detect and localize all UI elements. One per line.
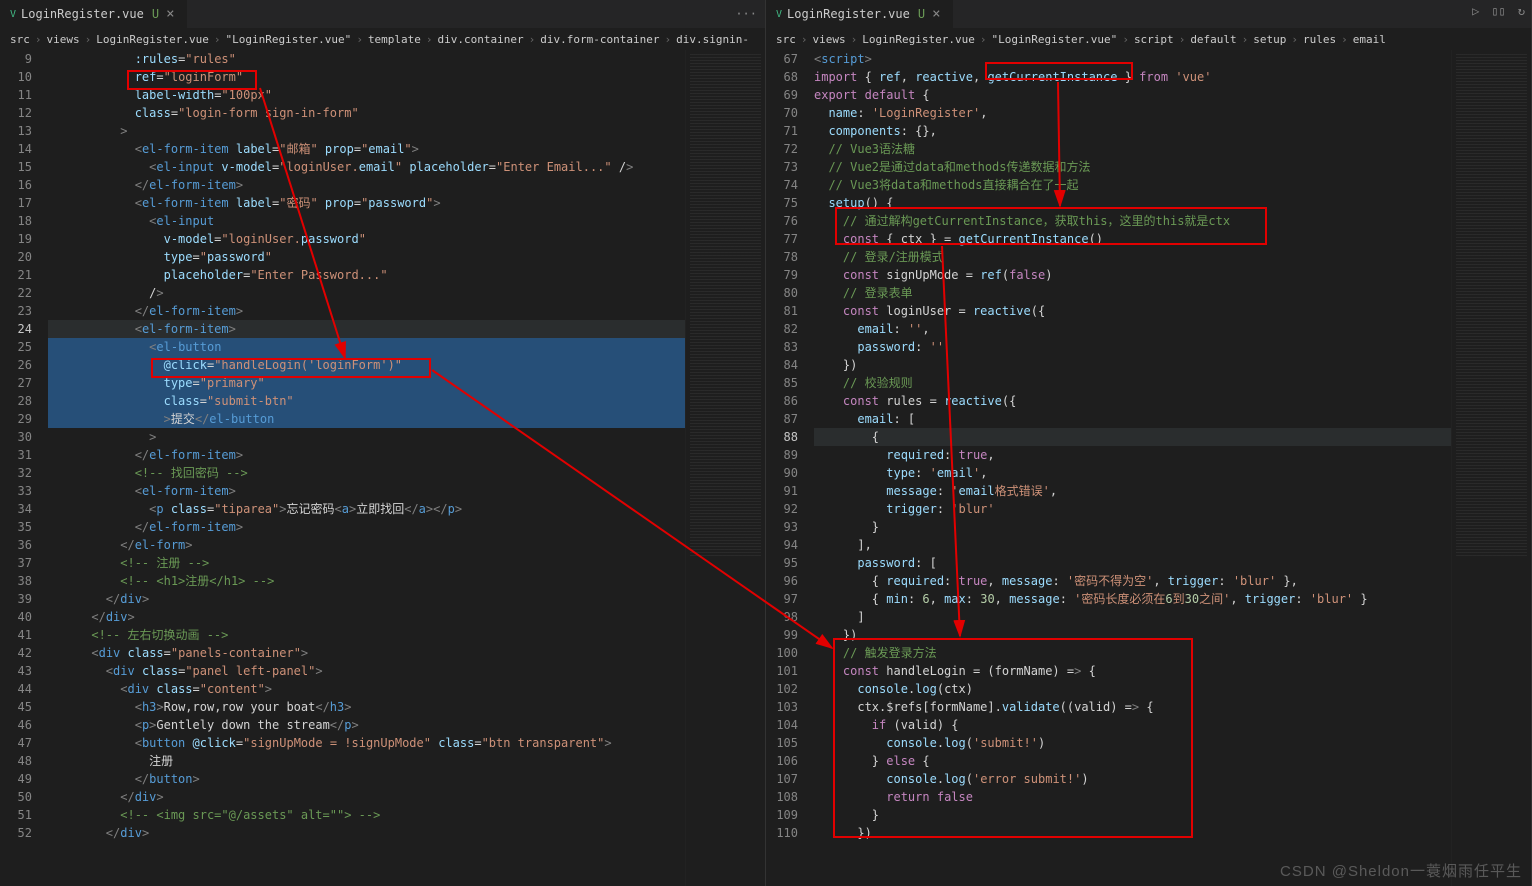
left-editor-pane: V LoginRegister.vue U × ··· src›views›Lo… — [0, 0, 766, 886]
tabs-bar: V LoginRegister.vue U × ▷ ▯▯ ↻ — [766, 0, 1531, 28]
code-content[interactable]: <script>import { ref, reactive, getCurre… — [814, 50, 1451, 886]
split-icon[interactable]: ▯▯ — [1491, 4, 1505, 18]
line-numbers: 6768697071727374757677787980818283848586… — [766, 50, 814, 886]
breadcrumbs[interactable]: src›views›LoginRegister.vue›"LoginRegist… — [766, 28, 1531, 50]
tab-filename: LoginRegister.vue — [787, 7, 910, 21]
tabs-bar: V LoginRegister.vue U × ··· — [0, 0, 765, 28]
breadcrumbs[interactable]: src›views›LoginRegister.vue›"LoginRegist… — [0, 28, 765, 50]
watermark: CSDN @Sheldon一蓑烟雨任平生 — [1280, 860, 1522, 881]
file-tab[interactable]: V LoginRegister.vue U × — [0, 0, 188, 28]
code-content[interactable]: :rules="rules" ref="loginForm" label-wid… — [48, 50, 685, 886]
run-icon[interactable]: ▷ — [1472, 4, 1479, 18]
more-icon[interactable]: ··· — [735, 7, 757, 21]
vue-icon: V — [10, 9, 16, 20]
close-icon[interactable]: × — [930, 6, 942, 22]
close-icon[interactable]: × — [164, 6, 176, 22]
tab-filename: LoginRegister.vue — [21, 7, 144, 21]
right-editor-pane: V LoginRegister.vue U × ▷ ▯▯ ↻ src›views… — [766, 0, 1532, 886]
tab-status: U — [149, 7, 159, 21]
refresh-icon[interactable]: ↻ — [1518, 4, 1525, 18]
vue-icon: V — [776, 9, 782, 20]
tab-status: U — [915, 7, 925, 21]
minimap[interactable] — [685, 50, 765, 886]
line-numbers: 9101112131415161718192021222324252627282… — [0, 50, 48, 886]
file-tab[interactable]: V LoginRegister.vue U × — [766, 0, 954, 28]
minimap[interactable] — [1451, 50, 1531, 886]
